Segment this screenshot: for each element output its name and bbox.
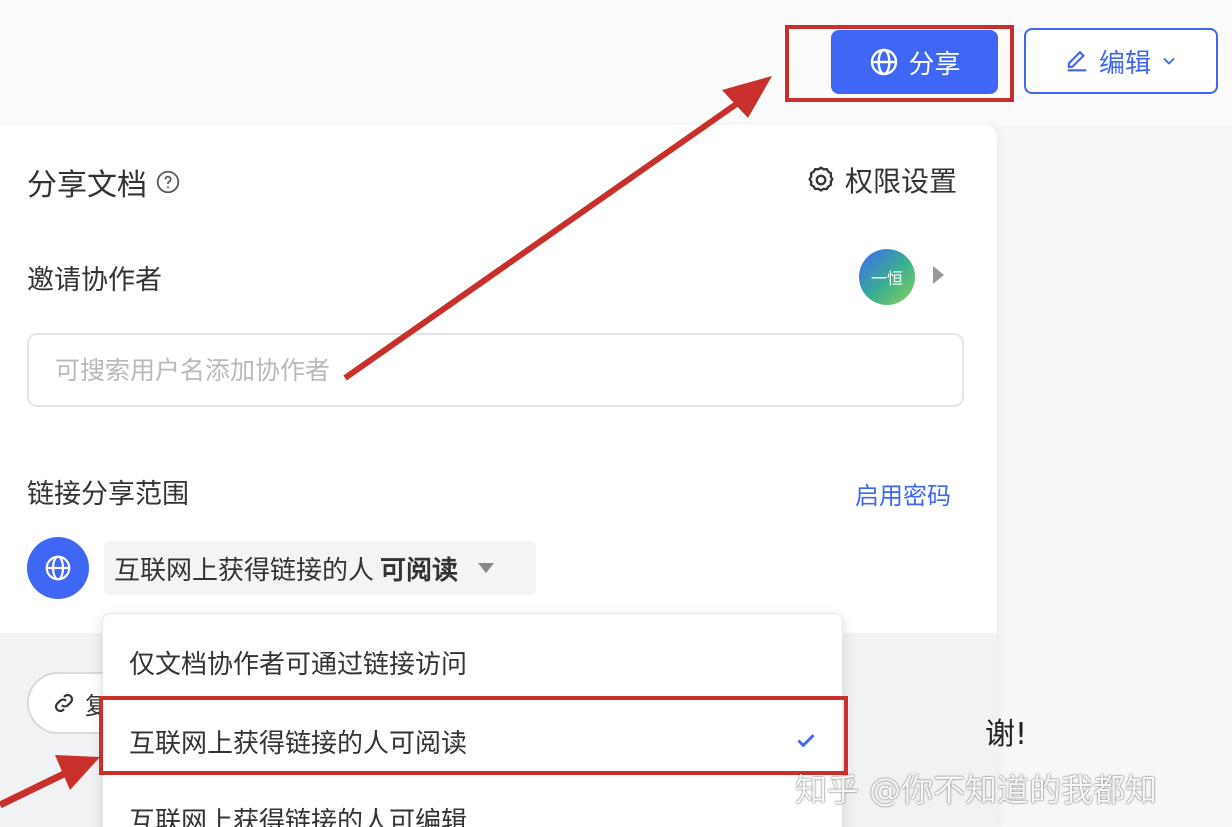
scope-dropdown-menu: 仅文档协作者可通过链接访问 互联网上获得链接的人可阅读 互联网上获得链接的人可编…: [102, 613, 843, 827]
chevron-right-icon[interactable]: [933, 266, 944, 284]
pencil-icon: [1067, 50, 1087, 72]
scope-globe-badge: [27, 537, 89, 599]
background-document-text: 谢!: [985, 717, 1028, 752]
permission-settings-button[interactable]: 权限设置: [805, 160, 957, 200]
watermark: 知乎 @你不知道的我都知: [795, 771, 1158, 809]
caret-down-icon: [478, 563, 495, 573]
dropdown-option-public-edit[interactable]: 互联网上获得链接的人可编辑: [129, 801, 467, 827]
dropdown-option-collaborators-only[interactable]: 仅文档协作者可通过链接访问: [129, 644, 467, 681]
edit-button-label: 编辑: [1098, 48, 1151, 79]
link-scope-label: 链接分享范围: [27, 479, 189, 510]
globe-icon: [45, 555, 71, 581]
share-button[interactable]: 分享: [831, 30, 998, 94]
help-icon[interactable]: [155, 169, 181, 195]
edit-button[interactable]: 编辑: [1024, 28, 1218, 94]
scope-select-permission: 可阅读: [380, 555, 459, 586]
link-scope-select[interactable]: 互联网上获得链接的人 可阅读: [104, 541, 536, 595]
check-icon: [797, 734, 815, 748]
chevron-down-icon: [1163, 57, 1175, 65]
avatar[interactable]: 一恒: [859, 249, 915, 305]
gear-icon: [808, 166, 834, 192]
share-button-label: 分享: [908, 49, 961, 80]
panel-title: 分享文档: [27, 160, 181, 204]
scope-select-prefix: 互联网上获得链接的人: [114, 555, 375, 586]
invite-collaborators-label: 邀请协作者: [27, 265, 162, 296]
page: 分享 编辑 分享文档 权限设置 邀请协作者 一恒 链接分: [0, 0, 1232, 827]
permission-settings-label: 权限设置: [845, 165, 958, 198]
panel-title-text: 分享文档: [27, 168, 147, 203]
avatar-text: 一恒: [870, 269, 903, 288]
globe-icon: [871, 48, 898, 76]
collaborator-search-input[interactable]: [27, 333, 964, 407]
link-icon: [54, 693, 74, 713]
enable-password-link[interactable]: 启用密码: [855, 476, 951, 511]
dropdown-option-public-read[interactable]: 互联网上获得链接的人可阅读: [129, 723, 467, 760]
